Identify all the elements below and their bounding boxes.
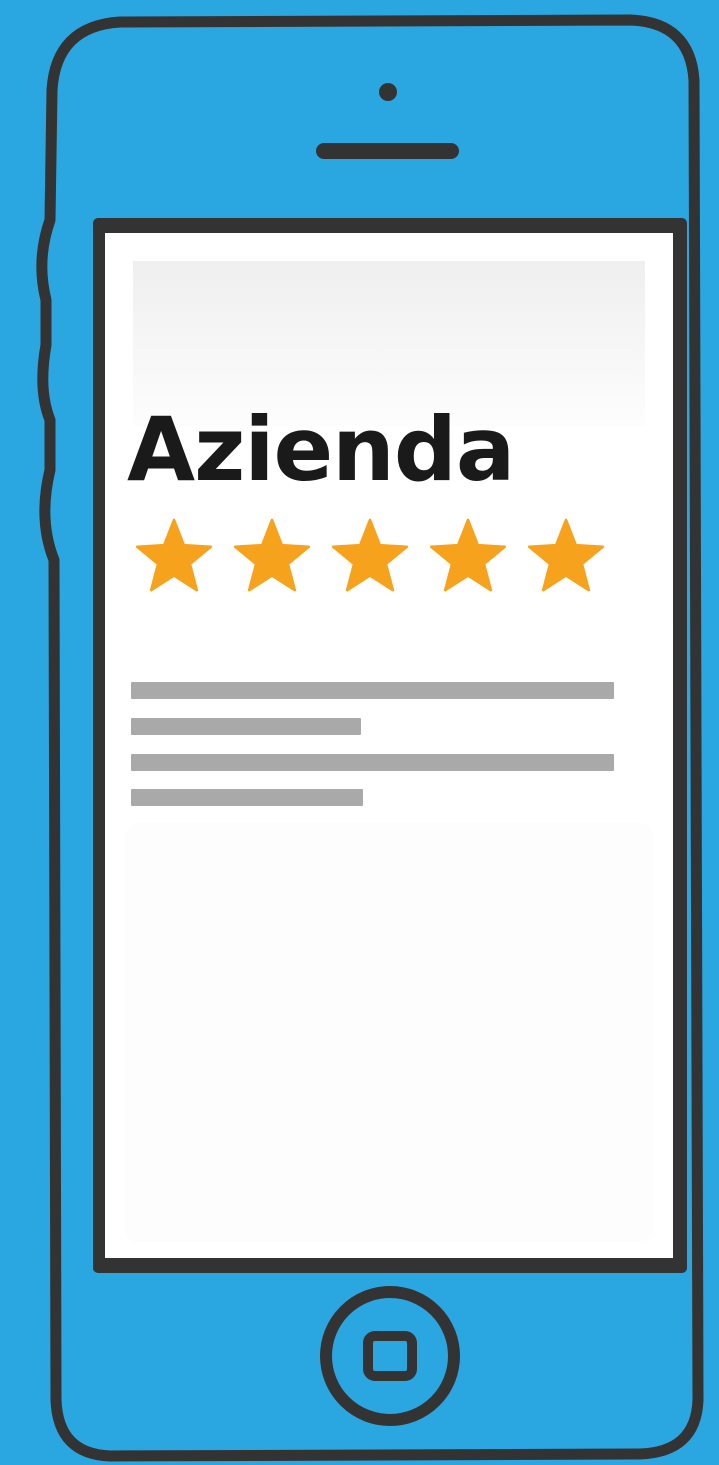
star-icon (233, 518, 311, 592)
camera-dot-icon (379, 83, 397, 101)
text-placeholder-line (131, 789, 363, 806)
star-rating (130, 513, 610, 613)
star-icon (527, 518, 605, 592)
illustration-stage: Azienda (0, 0, 719, 1465)
phone-screen: Azienda (105, 233, 673, 1258)
star-icon (331, 518, 409, 592)
text-placeholder-line (131, 682, 614, 699)
text-placeholder-line (131, 754, 614, 771)
star-icon (429, 518, 507, 592)
content-card (125, 823, 653, 1243)
star-icon (135, 518, 213, 592)
business-title: Azienda (127, 398, 515, 501)
text-placeholder-line (131, 718, 361, 735)
speaker-slot-icon (316, 143, 459, 159)
